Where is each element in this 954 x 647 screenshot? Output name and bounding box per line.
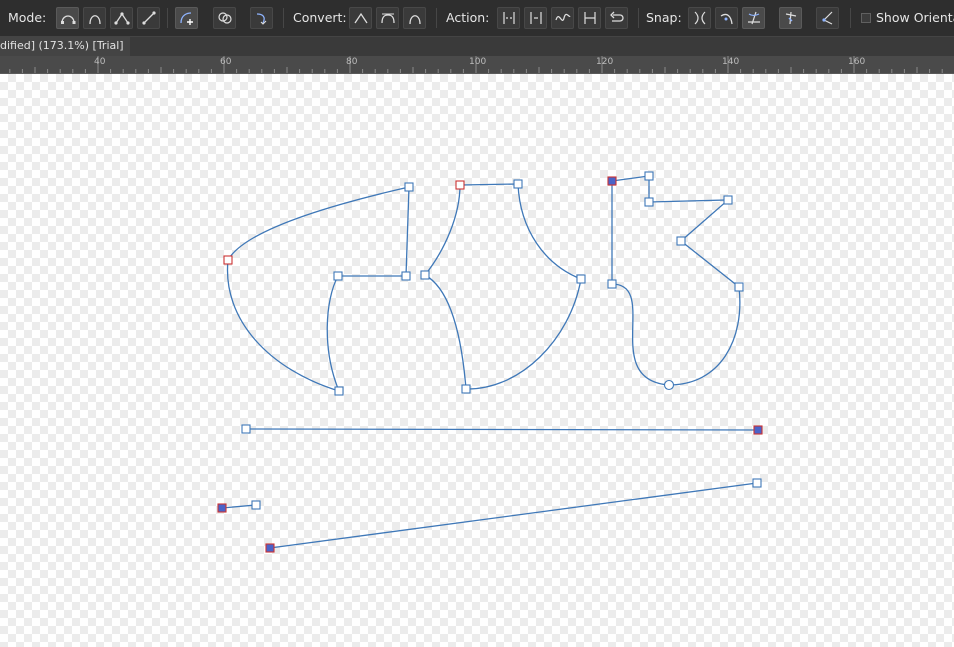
boolean-circles-icon bbox=[217, 12, 232, 24]
curve-right-shape[interactable] bbox=[611, 175, 741, 386]
path-node[interactable] bbox=[513, 179, 523, 189]
join-curves-button[interactable] bbox=[578, 7, 601, 29]
snap-handles-button[interactable] bbox=[742, 7, 765, 29]
path-node[interactable] bbox=[576, 274, 586, 284]
path-node-selected[interactable] bbox=[217, 503, 227, 513]
line-horizontal[interactable] bbox=[245, 428, 759, 431]
path-node[interactable] bbox=[644, 197, 654, 207]
path-node[interactable] bbox=[607, 279, 617, 289]
snap-curve-icon bbox=[720, 13, 733, 25]
curve-left-shape[interactable] bbox=[226, 186, 410, 393]
convert-smart-button[interactable] bbox=[403, 7, 426, 29]
path-node-start[interactable] bbox=[455, 180, 465, 190]
path-node-selected[interactable] bbox=[607, 176, 617, 186]
add-curve-icon bbox=[179, 12, 193, 25]
path-node[interactable] bbox=[644, 171, 654, 181]
mode-label: Mode: bbox=[8, 10, 47, 25]
path-node-start[interactable] bbox=[223, 255, 233, 265]
horizontal-ruler: 40 60 80 100 120 140 160 bbox=[0, 56, 954, 74]
path-node[interactable] bbox=[420, 270, 430, 280]
sharp-corner-icon bbox=[353, 12, 368, 24]
snap-geometry-icon bbox=[821, 11, 832, 25]
ruler-label: 60 bbox=[220, 57, 232, 67]
vector-curves[interactable] bbox=[0, 74, 954, 647]
ruler-label: 120 bbox=[596, 57, 614, 67]
polygon-mode-icon bbox=[113, 12, 130, 25]
boolean-shapes-button[interactable] bbox=[213, 7, 236, 29]
document-tab-bar: dified] (173.1%) [Trial] bbox=[0, 36, 954, 56]
snap-geometry-button[interactable] bbox=[816, 7, 839, 29]
context-toolbar: Mode: Convert: Action: Snap: Show Orient bbox=[0, 0, 954, 36]
join-curves-icon bbox=[583, 12, 596, 24]
line-diagonal[interactable] bbox=[269, 482, 758, 549]
path-node[interactable] bbox=[676, 236, 686, 246]
path-node-selected[interactable] bbox=[753, 425, 763, 435]
mode-smart-button[interactable] bbox=[83, 7, 106, 29]
smart-mode-icon bbox=[88, 15, 101, 25]
convert-sharp-button[interactable] bbox=[349, 7, 372, 29]
convert-smooth-button[interactable] bbox=[376, 7, 399, 29]
smooth-curve-button[interactable] bbox=[551, 7, 574, 29]
toolbar-separator bbox=[638, 8, 639, 28]
show-orientation-label: Show Orientatio bbox=[876, 10, 954, 25]
ruler-label: 140 bbox=[722, 57, 740, 67]
path-node[interactable] bbox=[734, 282, 744, 292]
ruler-label: 80 bbox=[346, 57, 358, 67]
reverse-curve-button[interactable] bbox=[605, 7, 628, 29]
toolbar-separator bbox=[850, 8, 851, 28]
path-node[interactable] bbox=[333, 271, 343, 281]
path-node[interactable] bbox=[723, 195, 733, 205]
curve-node-icon bbox=[256, 13, 266, 25]
toolbar-separator bbox=[167, 8, 168, 28]
path-node[interactable] bbox=[241, 424, 251, 434]
ruler-label: 100 bbox=[469, 57, 487, 67]
show-orientation-checkbox[interactable] bbox=[861, 13, 871, 23]
path-node[interactable] bbox=[251, 500, 261, 510]
close-curve-button[interactable] bbox=[524, 7, 547, 29]
action-label: Action: bbox=[446, 10, 490, 25]
document-tab[interactable]: dified] (173.1%) [Trial] bbox=[0, 37, 130, 56]
line-short[interactable] bbox=[221, 504, 257, 509]
curve-middle-shape[interactable] bbox=[424, 183, 582, 390]
drawing-canvas[interactable] bbox=[0, 74, 954, 647]
path-node[interactable] bbox=[461, 384, 471, 394]
break-curve-button[interactable] bbox=[497, 7, 520, 29]
toolbar-separator bbox=[283, 8, 284, 28]
path-node[interactable] bbox=[401, 271, 411, 281]
smart-corner-icon bbox=[408, 15, 421, 25]
ruler-label: 40 bbox=[94, 57, 106, 67]
mode-polygon-button[interactable] bbox=[110, 7, 133, 29]
pen-mode-icon bbox=[60, 15, 75, 24]
smooth-corner-icon bbox=[380, 13, 395, 24]
snap-nodes-button[interactable] bbox=[688, 7, 711, 29]
snap-handles-icon bbox=[747, 11, 760, 25]
break-curve-icon bbox=[502, 12, 515, 24]
snap-grid-button[interactable] bbox=[779, 7, 802, 29]
mode-pen-button[interactable] bbox=[56, 7, 79, 29]
ruler-label: 160 bbox=[848, 57, 866, 67]
line-mode-icon bbox=[141, 11, 156, 25]
close-curve-icon bbox=[529, 12, 542, 24]
convert-label: Convert: bbox=[293, 10, 347, 25]
snap-label: Snap: bbox=[646, 10, 682, 25]
path-node[interactable] bbox=[752, 478, 762, 488]
path-node[interactable] bbox=[334, 386, 344, 396]
smooth-node[interactable] bbox=[663, 379, 675, 391]
transform-mode-button[interactable] bbox=[250, 7, 273, 29]
add-shape-button[interactable] bbox=[175, 7, 198, 29]
path-node[interactable] bbox=[404, 182, 414, 192]
smooth-wave-icon bbox=[554, 13, 571, 21]
toolbar-separator bbox=[436, 8, 437, 28]
path-node-selected[interactable] bbox=[265, 543, 275, 553]
mode-line-button[interactable] bbox=[137, 7, 160, 29]
snap-nodes-icon bbox=[694, 11, 705, 25]
snap-angle-icon bbox=[785, 11, 796, 25]
snap-curve-button[interactable] bbox=[715, 7, 738, 29]
reverse-arrow-icon bbox=[609, 11, 624, 22]
